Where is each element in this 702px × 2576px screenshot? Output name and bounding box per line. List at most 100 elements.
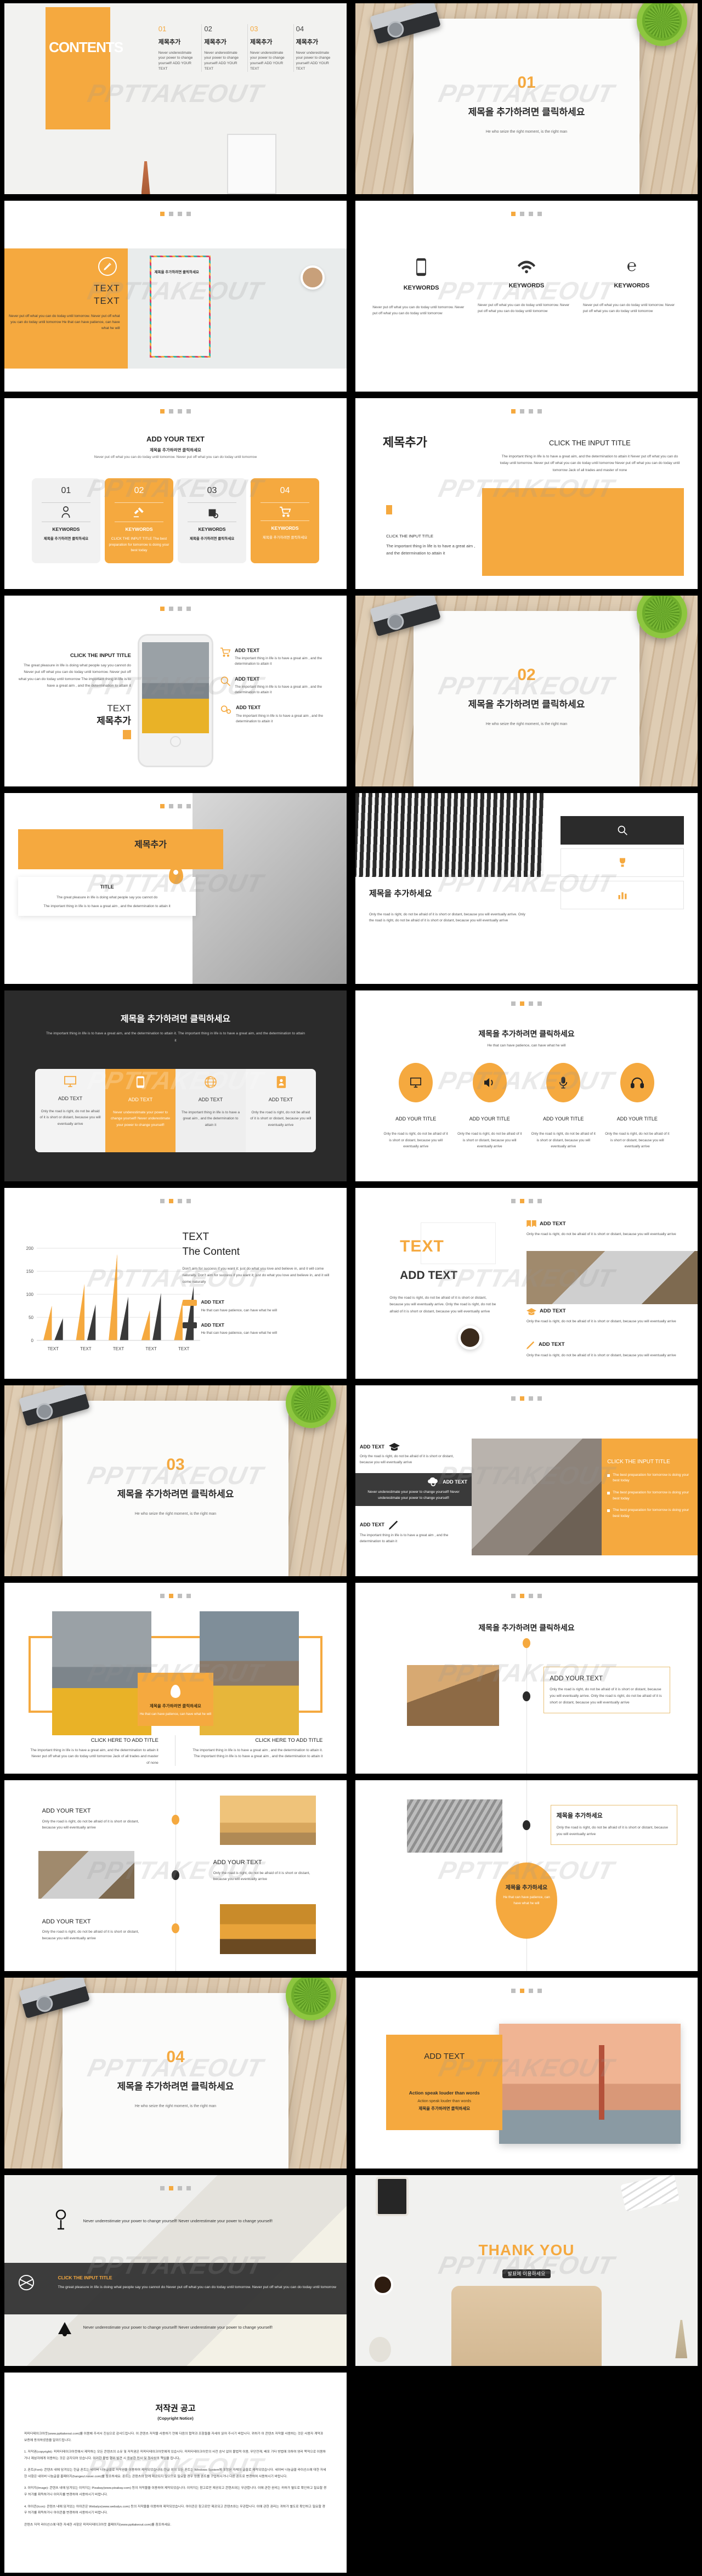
coffee-item[interactable]: ADD TEXT bbox=[526, 1308, 687, 1316]
keyword-item[interactable]: KEYWORDS Never put off what you can do t… bbox=[372, 258, 470, 316]
phone-feature-item[interactable]: ADD TEXT The important thing in life is … bbox=[220, 676, 336, 695]
contents-item[interactable]: 04 제목추가 Never underestimate your power t… bbox=[296, 24, 337, 71]
slide-cell-timeline-kbd[interactable]: 제목을 추가하세요 Only the road is right, do not… bbox=[351, 1777, 702, 1974]
vase-decor bbox=[141, 161, 150, 194]
page-dots[interactable] bbox=[511, 1396, 542, 1401]
slide-cell-taxi[interactable]: 제목을 추가하려면 클릭하세요 He that can have patienc… bbox=[0, 1579, 351, 1777]
orange-content-area bbox=[482, 488, 684, 576]
circle-title: ADD YOUR TITLE bbox=[543, 1116, 584, 1122]
slide-cell-divider-01[interactable]: 01 제목을 추가하려면 클릭하세요 He who seize the righ… bbox=[351, 0, 702, 197]
gavel-icon bbox=[108, 506, 170, 518]
slide-cell-chart[interactable]: 0 50 100 150 200 TEXT TEXT TEXT TEXT TEXT TEXT Th… bbox=[0, 1185, 351, 1382]
dark-card-item[interactable]: ADD TEXT Only the road is right, do not … bbox=[245, 1068, 316, 1152]
timeline-item[interactable]: ADD YOUR TEXT Only the road is right, do… bbox=[213, 1859, 316, 1883]
slide-bridge: ADD TEXT Action speak louder than words … bbox=[355, 1978, 698, 2169]
slide-cell-copyright[interactable]: 저작권 공고 (Copyright Notice) 피피티테이크아웃(www.p… bbox=[0, 2369, 351, 2576]
slide-cell-title-block[interactable]: 제목추가 CLICK THE INPUT TITLE The important… bbox=[351, 395, 702, 592]
pens-card[interactable] bbox=[561, 880, 684, 909]
thankyou-subtitle-pill: 발표에 이용하세요 bbox=[502, 2269, 551, 2278]
keyword-item[interactable]: KEYWORDS Never put off what you can do t… bbox=[478, 258, 575, 316]
slide-cell-bridge[interactable]: ADD TEXT Action speak louder than words … bbox=[351, 1974, 702, 2172]
timeline-item[interactable]: ADD YOUR TEXT Only the road is right, do… bbox=[42, 1807, 145, 1832]
bullet-marker bbox=[607, 1492, 610, 1495]
page-dots[interactable] bbox=[160, 607, 191, 611]
card-item[interactable]: 01 KEYWORDS 제목을 추가하려면 클릭하세요 bbox=[31, 478, 100, 564]
slide-cell-dark-cards[interactable]: 제목을 추가하려면 클릭하세요 The important thing in l… bbox=[0, 987, 351, 1185]
slide-taxi: 제목을 추가하려면 클릭하세요 He that can have patienc… bbox=[4, 1583, 347, 1774]
dark-card-item[interactable]: ADD TEXT The important thing in life is … bbox=[176, 1068, 246, 1152]
page-dots[interactable] bbox=[511, 1989, 542, 1993]
slide-cell-text-clipboard[interactable]: TEXT TEXT Never put off what you can do … bbox=[0, 197, 351, 395]
slide-cell-pin[interactable]: 제목추가 TITLE The great pleasure in life is… bbox=[0, 790, 351, 987]
card-item[interactable]: 04 KEYWORDS 제목을 추가하려면 클릭하세요 bbox=[251, 478, 320, 564]
laptop-item[interactable]: ADD TEXT Never underestimate your power … bbox=[355, 1473, 472, 1506]
contents-item[interactable]: 03 제목추가 Never underestimate your power t… bbox=[250, 24, 294, 72]
phone-feature-item[interactable]: ADD TEXT The important thing in life is … bbox=[220, 647, 336, 667]
slide-cell-thankyou[interactable]: THANK YOU 발표에 이용하세요 PPTTAKEOUT bbox=[351, 2172, 702, 2369]
slide-cell-pens[interactable]: 제목을 추가하세요 Only the road is right, do not… bbox=[351, 790, 702, 987]
circles-title: 제목을 추가하려면 클릭하세요 bbox=[478, 1029, 575, 1038]
page-dots[interactable] bbox=[511, 212, 542, 216]
slide-timeline-kbd: 제목을 추가하세요 Only the road is right, do not… bbox=[355, 1780, 698, 1971]
dark-card-item[interactable]: ADD TEXT Never underestimate your power … bbox=[105, 1068, 176, 1152]
slide-laptop: CLICK THE INPUT TITLE The best preparati… bbox=[355, 1385, 698, 1576]
slide-cell-overlay[interactable]: Never underestimate your power to change… bbox=[0, 2172, 351, 2369]
slide-cell-laptop[interactable]: CLICK THE INPUT TITLE The best preparati… bbox=[351, 1382, 702, 1579]
page-dots[interactable] bbox=[160, 409, 191, 414]
dark-card-item[interactable]: ADD TEXT Only the road is right, do not … bbox=[35, 1068, 106, 1152]
slide-cell-keywords3[interactable]: KEYWORDS Never put off what you can do t… bbox=[351, 197, 702, 395]
slide-cell-divider-02[interactable]: 02 제목을 추가하려면 클릭하세요 He who seize the righ… bbox=[351, 592, 702, 790]
slide-cell-timeline-3[interactable]: ADD YOUR TEXT Only the road is right, do… bbox=[0, 1777, 351, 1974]
bridge-photo bbox=[499, 2023, 681, 2144]
contents-item[interactable]: 02 제목추가 Never underestimate your power t… bbox=[204, 24, 248, 72]
page-dots[interactable] bbox=[160, 212, 191, 216]
slide-cell-coffee[interactable]: TEXT ADD TEXT Only the road is right, do… bbox=[351, 1185, 702, 1382]
pens-card[interactable] bbox=[561, 848, 684, 877]
page-dots[interactable] bbox=[160, 1594, 191, 1598]
slide-cell-divider-04[interactable]: 04 제목을 추가하려면 클릭하세요 He who seize the righ… bbox=[0, 1974, 351, 2172]
card-number: 04 bbox=[280, 486, 290, 496]
circle-item[interactable]: ADD YOUR TITLE Only the road is right, d… bbox=[530, 1063, 597, 1150]
slide-pin: 제목추가 TITLE The great pleasure in life is… bbox=[4, 793, 347, 984]
page-dots[interactable] bbox=[160, 2186, 191, 2190]
circle-item[interactable]: ADD YOUR TITLE Only the road is right, d… bbox=[383, 1063, 449, 1150]
circle-body: Only the road is right, do not be afraid… bbox=[457, 1132, 522, 1149]
card-body: 제목을 추가하려면 클릭하세요 bbox=[43, 537, 89, 541]
page-dots[interactable] bbox=[511, 409, 542, 414]
coffee-item[interactable]: ADD TEXT bbox=[526, 1340, 687, 1350]
circle-item[interactable]: ADD YOUR TITLE Only the road is right, d… bbox=[456, 1063, 523, 1150]
page-dots[interactable] bbox=[511, 1594, 542, 1598]
slide-cell-cards4[interactable]: ADD YOUR TEXT 제목을 추가하려면 클릭하세요 Never put … bbox=[0, 395, 351, 592]
slide-cell-contents[interactable]: CONTENTS 01 제목추가 Never underestimate you… bbox=[0, 0, 351, 197]
slide-cell-phone[interactable]: CLICK THE INPUT TITLE The great pleasure… bbox=[0, 592, 351, 790]
page-dots[interactable] bbox=[160, 1199, 191, 1203]
card-item[interactable]: 03 KEYWORDS 제목을 추가하려면 클릭하세요 bbox=[178, 478, 247, 564]
phone-feature-item[interactable]: ADD TEXT The important thing in life is … bbox=[220, 704, 336, 724]
laptop-item-title: ADD TEXT bbox=[360, 1521, 384, 1527]
card-item[interactable]: 02 KEYWORDS CLICK THE INPUT TITLE The be… bbox=[104, 478, 173, 564]
keyword-item[interactable]: ℮ KEYWORDS Never put off what you can do… bbox=[583, 258, 681, 316]
slide-keywords3: KEYWORDS Never put off what you can do t… bbox=[355, 201, 698, 392]
slide-cell-divider-03[interactable]: 03 제목을 추가하려면 클릭하세요 He who seize the righ… bbox=[0, 1382, 351, 1579]
timeline-item[interactable]: ADD YOUR TEXT Only the road is right, do… bbox=[42, 1918, 145, 1943]
page-dots[interactable] bbox=[160, 804, 191, 808]
page-dots[interactable] bbox=[511, 1001, 542, 1006]
slide-cell-timeline-camera[interactable]: 제목을 추가하려면 클릭하세요 ADD YOUR TEXT Only the r… bbox=[351, 1579, 702, 1777]
contents-item-number: 02 bbox=[204, 25, 212, 33]
laptop-item[interactable]: ADD TEXT Only the road is right, do not … bbox=[355, 1439, 472, 1471]
laptop-item[interactable]: ADD TEXT The important thing in life is … bbox=[355, 1515, 472, 1549]
trophy-icon bbox=[619, 858, 625, 867]
orange-title-band bbox=[18, 829, 224, 870]
pens-card[interactable] bbox=[561, 816, 684, 845]
circle-item[interactable]: ADD YOUR TITLE Only the road is right, d… bbox=[604, 1063, 671, 1150]
slide-title-block: 제목추가 CLICK THE INPUT TITLE The important… bbox=[355, 398, 698, 589]
page-dots[interactable] bbox=[511, 1199, 542, 1203]
contents-item[interactable]: 01 제목추가 Never underestimate your power t… bbox=[158, 24, 202, 72]
coffee-item[interactable]: ADD TEXT bbox=[526, 1220, 687, 1228]
chart-heading-2: The Content bbox=[182, 1246, 240, 1258]
kbd-box-title: 제목을 추가하세요 bbox=[556, 1813, 603, 1820]
globe-icon bbox=[205, 1075, 217, 1088]
divider-title: 제목을 추가하려면 클릭하세요 bbox=[468, 106, 585, 117]
circles-subtitle: He that can have patience, can have what… bbox=[487, 1044, 566, 1048]
slide-cell-circles4[interactable]: 제목을 추가하려면 클릭하세요 He that can have patienc… bbox=[351, 987, 702, 1185]
